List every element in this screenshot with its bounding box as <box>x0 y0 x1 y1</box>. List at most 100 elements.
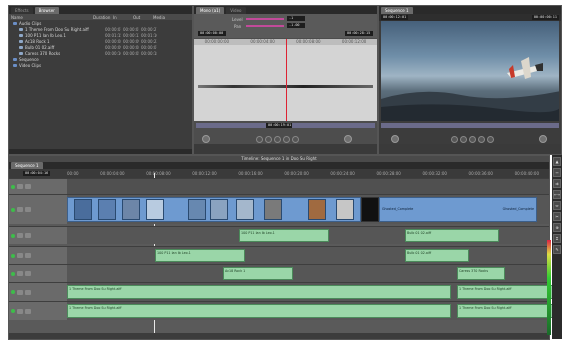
edit-select-tool-icon[interactable]: ⇿ <box>553 168 561 177</box>
canvas-jog-wheel[interactable] <box>391 135 399 143</box>
track-lock[interactable] <box>17 207 23 212</box>
audio-clip[interactable]: 1 Theme From Doo Su Right.aiff <box>457 285 555 299</box>
canvas-prev-button[interactable] <box>451 136 458 143</box>
audio-clip[interactable]: Caress 370 Rocks <box>457 267 505 280</box>
selection-tool-icon[interactable]: ▲ <box>553 157 561 166</box>
audio-clip[interactable]: 1 Theme From Doo Su Right.aiff <box>67 304 451 318</box>
browser-row[interactable]: Audio Clips <box>11 21 190 26</box>
browser-row-name: Audio Clips <box>19 21 42 26</box>
track-target[interactable] <box>25 253 31 258</box>
previous-edit-button[interactable] <box>265 136 272 143</box>
browser-row[interactable]: Sequence <box>11 57 190 62</box>
track-audible-toggle[interactable] <box>11 233 15 238</box>
timeline-current-timecode[interactable]: 00:00:04:16 <box>23 171 51 176</box>
pen-tool-icon[interactable]: ✎ <box>553 245 561 254</box>
viewer-bottom-bar <box>194 144 377 154</box>
play-button[interactable] <box>274 136 281 143</box>
canvas-timecode-left[interactable]: 00:00:12:01 <box>381 15 409 20</box>
browser-row-duration: 00:00:16 <box>105 51 121 56</box>
track-target[interactable] <box>25 207 31 212</box>
canvas-video-frame[interactable] <box>381 21 559 121</box>
browser-row[interactable]: 1 Theme From Doo Su Right.aiff00:00:0700… <box>11 27 190 32</box>
tab-sequence-1[interactable]: Sequence 1 <box>381 6 413 14</box>
canvas-play-button[interactable] <box>469 136 476 143</box>
shuttle-control[interactable] <box>344 135 352 143</box>
track-lock[interactable] <box>17 184 23 189</box>
crop-tool-icon[interactable]: ⌗ <box>553 234 561 243</box>
track-target[interactable] <box>25 308 31 314</box>
level-value[interactable]: -1 <box>287 16 305 21</box>
pan-slider[interactable] <box>246 25 284 27</box>
col-media[interactable]: Media <box>153 15 165 20</box>
razor-tool-icon[interactable]: ✂ <box>553 212 561 221</box>
col-out[interactable]: Out <box>133 15 151 20</box>
play-around-button[interactable] <box>292 136 299 143</box>
canvas-scrubber[interactable] <box>381 123 559 128</box>
canvas-back-button[interactable] <box>460 136 467 143</box>
tab-video[interactable]: Video <box>226 6 246 14</box>
browser-row-in: 00:00:01:20 <box>123 27 139 32</box>
track-target[interactable] <box>25 289 31 295</box>
audio-track-a1: 100 P11 Ian Ib Leo.1 Bulb 01 02.aiff <box>9 226 549 244</box>
viewer-waveform-area[interactable]: 00:00:00:00 00:00:04:00 00:00:08:00 00:0… <box>194 39 377 121</box>
audio-clip[interactable]: 100 P11 Ian Ib Leo.1 <box>239 229 329 242</box>
track-lock[interactable] <box>17 289 23 295</box>
canvas-timecode-right[interactable]: 00:00:00:11 <box>531 15 559 20</box>
browser-row[interactable]: Bulb 01 02.aiff 00:00:0900:00:08:0000:00:… <box>11 45 190 50</box>
black-clip[interactable] <box>361 197 379 222</box>
zoom-tool-icon[interactable]: ⊕ <box>553 223 561 232</box>
viewer-scrubber[interactable]: 00:00:19:01 <box>196 123 375 128</box>
jog-wheel[interactable] <box>202 135 210 143</box>
track-lock[interactable] <box>17 233 23 238</box>
audio-clip[interactable]: Ac18 Rock 1 <box>223 267 293 280</box>
browser-row[interactable]: 100 P11 Ian Ib Leo.1 00:01:1500:00:13:080… <box>11 33 190 38</box>
video-clip-ghosted[interactable]: Ghosted_Complete Ghosted_Complete <box>379 197 537 222</box>
audio-clip[interactable]: 1 Theme From Doo Su Right.aiff <box>457 304 555 318</box>
track-audible-toggle[interactable] <box>11 290 15 294</box>
audio-clip[interactable]: Bulb 01 02.aiff <box>405 229 499 242</box>
video-clip[interactable] <box>67 197 361 222</box>
canvas-loop-button[interactable] <box>487 136 494 143</box>
canvas-next-button[interactable] <box>478 136 485 143</box>
track-lock[interactable] <box>17 271 23 276</box>
play-in-out-button[interactable] <box>256 136 263 143</box>
canvas-shuttle-control[interactable] <box>539 135 547 143</box>
audio-clip[interactable]: 100 P11 Ian Ib Leo.1 <box>155 249 245 262</box>
track-audible-toggle[interactable] <box>11 309 15 313</box>
roll-tool-icon[interactable]: ⟷ <box>553 190 561 199</box>
browser-row[interactable]: Ac18 Rock 1 00:00:0800:00:09:0300:00:23:1… <box>11 39 190 44</box>
viewer-timecode-right[interactable]: 00:00:28:15 <box>345 31 373 36</box>
tab-timeline-sequence-1[interactable]: Sequence 1 <box>11 162 43 169</box>
tab-effects[interactable]: Effects <box>11 6 33 14</box>
browser-row[interactable]: Caress 370 Rocks 00:00:1600:00:05:0900:00… <box>11 51 190 56</box>
audio-clip[interactable]: 1 Theme From Doo Su Right.aiff <box>67 285 451 299</box>
audio-track-a3: Ac18 Rock 1 Caress 370 Rocks <box>9 264 549 282</box>
col-in[interactable]: In <box>113 15 131 20</box>
viewer-timecode-left[interactable]: 00:00:00:00 <box>198 31 226 36</box>
track-audible-toggle[interactable] <box>11 271 15 276</box>
track-lock[interactable] <box>17 253 23 258</box>
track-visibility-toggle[interactable] <box>11 184 15 189</box>
browser-row[interactable]: Video Clips <box>11 63 190 68</box>
playhead[interactable] <box>286 39 287 121</box>
track-target[interactable] <box>25 233 31 238</box>
audio-clip[interactable]: Bulb 01 02.aiff <box>405 249 469 262</box>
audio-meter <box>547 240 551 335</box>
track-target[interactable] <box>25 184 31 189</box>
tab-mono-a1[interactable]: Mono (a1) <box>196 6 225 14</box>
track-visibility-toggle[interactable] <box>11 207 15 212</box>
timeline-ruler[interactable]: 00:00:04:16 00:00 00:00:04:00 00:00:08:00 0… <box>9 169 549 178</box>
browser-scrollbar[interactable] <box>9 149 192 154</box>
canvas-bottom-bar <box>379 144 561 154</box>
col-duration[interactable]: Duration <box>93 15 111 20</box>
track-select-tool-icon[interactable]: ⇉ <box>553 179 561 188</box>
next-edit-button[interactable] <box>283 136 290 143</box>
level-slider[interactable] <box>246 18 284 20</box>
track-target[interactable] <box>25 271 31 276</box>
track-lock[interactable] <box>17 308 23 314</box>
col-name[interactable]: Name <box>11 15 91 20</box>
tab-browser[interactable]: Browser <box>34 6 59 14</box>
pan-value[interactable]: -1.00 <box>287 23 305 28</box>
slip-tool-icon[interactable]: ⇔ <box>553 201 561 210</box>
track-audible-toggle[interactable] <box>11 253 15 258</box>
